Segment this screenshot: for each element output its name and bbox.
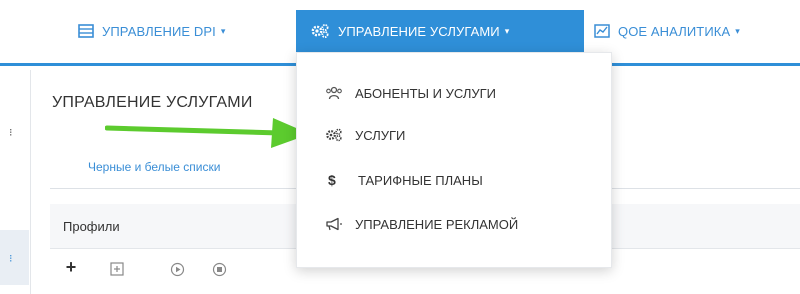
add-button[interactable]: +	[62, 257, 80, 277]
menu-item-services[interactable]: УСЛУГИ	[297, 115, 611, 155]
play-button[interactable]	[168, 260, 186, 278]
plus-square-icon	[110, 262, 124, 276]
nav-qoe-label: QOE АНАЛИТИКА	[618, 23, 731, 39]
sidebar-toggle-icon[interactable]: ⁝	[9, 128, 13, 139]
menu-item-label: УПРАВЛЕНИЕ РЕКЛАМОЙ	[355, 216, 519, 232]
chart-icon	[594, 24, 610, 38]
dollar-icon: $	[328, 172, 336, 188]
server-icon	[78, 24, 94, 38]
chevron-down-icon: ▾	[735, 25, 740, 36]
cogs-icon	[325, 128, 355, 142]
page-title: УПРАВЛЕНИЕ УСЛУГАМИ	[52, 94, 253, 111]
stop-button[interactable]	[210, 260, 228, 278]
menu-item-label: УСЛУГИ	[355, 127, 406, 143]
play-circle-icon	[170, 262, 184, 276]
nav-dpi-label: УПРАВЛЕНИЕ DPI	[102, 23, 216, 39]
megaphone-icon	[325, 217, 355, 231]
stop-circle-icon	[212, 262, 226, 276]
annotation-arrow-icon	[105, 118, 310, 148]
nav-qoe-analytics[interactable]: QOE АНАЛИТИКА ▾	[594, 10, 740, 52]
chevron-down-icon: ▾	[220, 25, 226, 36]
cogs-icon	[310, 23, 330, 39]
menu-item-label: АБОНЕНТЫ И УСЛУГИ	[355, 85, 497, 101]
nav-dpi-management[interactable]: УПРАВЛЕНИЕ DPI ▾	[78, 10, 226, 52]
menu-item-tariff-plans[interactable]: $ ТАРИФНЫЕ ПЛАНЫ	[297, 160, 611, 200]
menu-item-ad-management[interactable]: УПРАВЛЕНИЕ РЕКЛАМОЙ	[297, 204, 611, 244]
add-group-button[interactable]	[108, 260, 126, 278]
menu-item-label: ТАРИФНЫЕ ПЛАНЫ	[358, 172, 483, 188]
services-dropdown-menu: АБОНЕНТЫ И УСЛУГИ УСЛУГИ $ ТАРИФНЫЕ ПЛАН…	[296, 52, 612, 268]
section-title: Профили	[63, 219, 120, 234]
nav-services-management[interactable]: УПРАВЛЕНИЕ УСЛУГАМИ ▾	[296, 10, 584, 52]
tab-black-white-lists[interactable]: Черные и белые списки	[88, 160, 220, 174]
sidebar-item-active[interactable]: ⁝	[0, 230, 29, 285]
users-icon	[325, 86, 355, 100]
chevron-down-icon: ▾	[504, 25, 510, 36]
menu-item-subscribers-services[interactable]: АБОНЕНТЫ И УСЛУГИ	[297, 73, 611, 113]
sidebar-item-icon: ⁝	[9, 253, 13, 265]
sidebar: ⁝ ⁝	[0, 70, 31, 294]
nav-services-label: УПРАВЛЕНИЕ УСЛУГАМИ	[338, 23, 500, 39]
